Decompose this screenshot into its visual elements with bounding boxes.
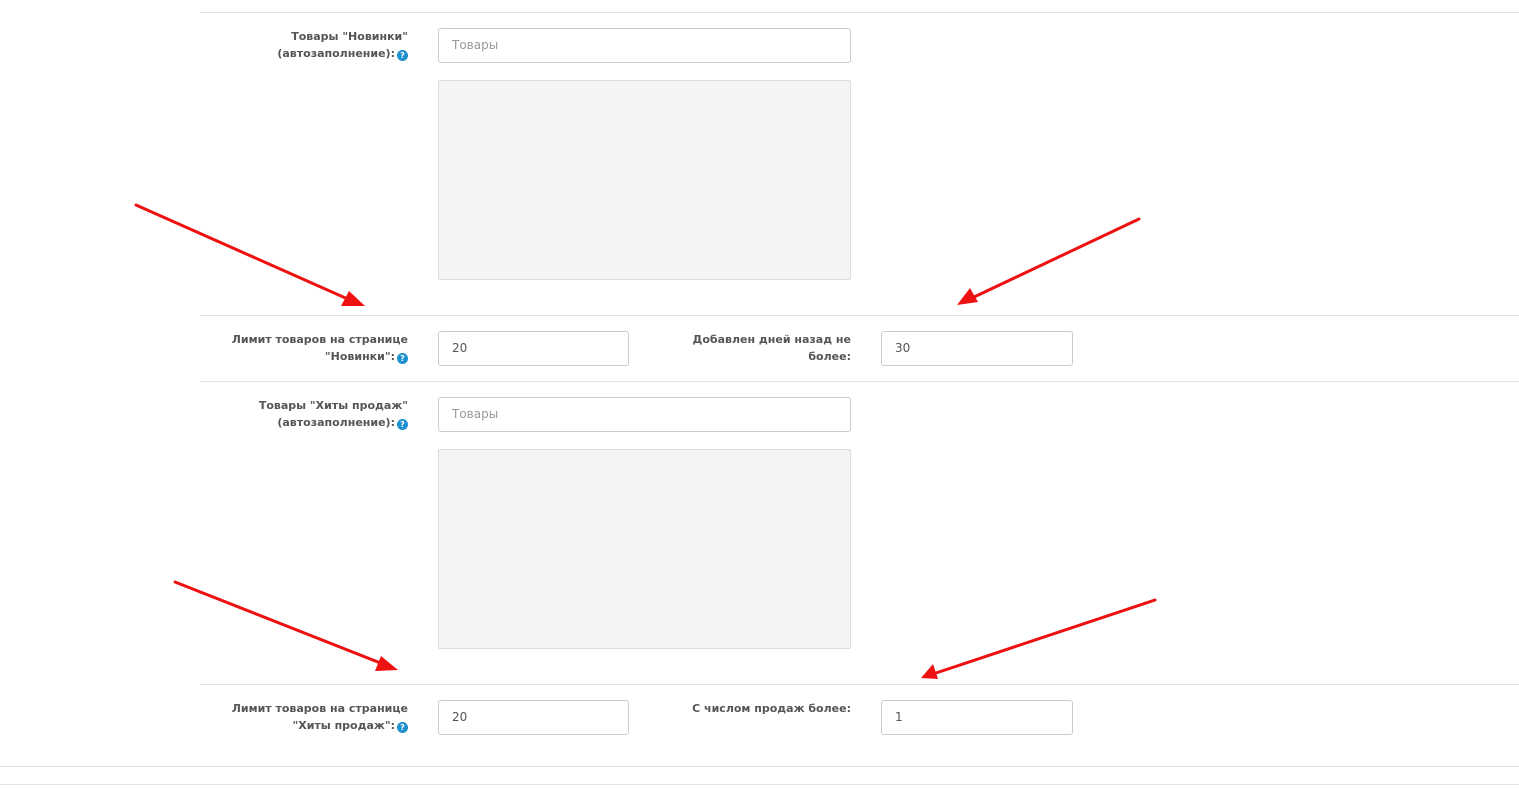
annotation-arrows	[134, 203, 1157, 679]
arrow-annotation-icon	[957, 217, 1141, 305]
arrow-annotation-icon	[134, 203, 365, 306]
settings-form: Товары "Новинки" (автозаполнение):? Това…	[0, 0, 1519, 788]
arrow-annotation-icon	[173, 580, 398, 671]
arrow-annotation-icon	[921, 598, 1157, 679]
